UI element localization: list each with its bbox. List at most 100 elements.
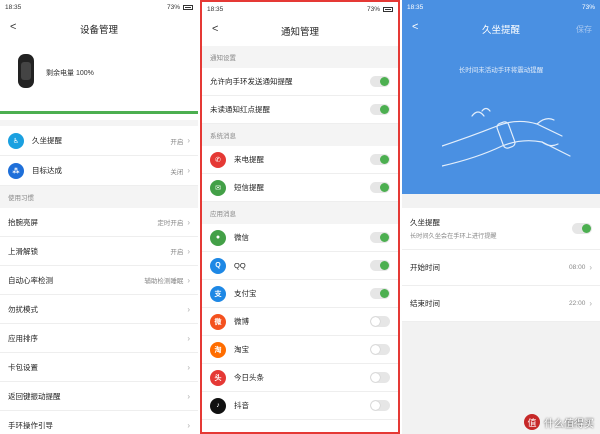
sedentary-toggle[interactable] bbox=[572, 223, 592, 234]
start-time-row[interactable]: 开始时间 08:00 › bbox=[402, 250, 600, 286]
chevron-right-icon: › bbox=[187, 333, 190, 343]
notification-row[interactable]: ✉ 短信提醒 bbox=[202, 174, 398, 202]
battery-icon bbox=[183, 4, 193, 10]
row-label: 支付宝 bbox=[234, 289, 257, 298]
settings-row[interactable]: ♿ 久坐提醒 开启 › bbox=[0, 126, 198, 156]
title-bar: < 通知管理 bbox=[202, 16, 398, 46]
hero-text: 长时间未活动手环将震动提醒 bbox=[458, 67, 544, 74]
status-time: 18:35 bbox=[207, 5, 224, 13]
row-value: 定时开启 bbox=[157, 220, 184, 227]
status-bar: 18:35 73% bbox=[402, 0, 600, 14]
back-icon[interactable]: < bbox=[212, 24, 218, 35]
sedentary-sub: 长时间久坐会在手环上进行提醒 bbox=[410, 233, 497, 240]
notification-row[interactable]: 未读通知红点提醒 bbox=[202, 96, 398, 124]
battery-level-text: 剩余电量 100% bbox=[46, 70, 94, 77]
footsteps-icon: ⁂ bbox=[8, 162, 24, 179]
notification-toggle[interactable] bbox=[370, 182, 390, 193]
watermark-text: 什么值得买 bbox=[544, 418, 594, 430]
sedentary-label: 久坐提醒 bbox=[410, 218, 440, 227]
notification-toggle[interactable] bbox=[370, 400, 390, 411]
sedentary-toggle-row[interactable]: 久坐提醒 长时间久坐会在手环上进行提醒 bbox=[402, 208, 600, 250]
title-bar: < 久坐提醒 保存 bbox=[402, 14, 600, 44]
row-value: 辅助检测睡眠 bbox=[144, 278, 184, 285]
back-icon[interactable]: < bbox=[412, 22, 418, 33]
end-time-row[interactable]: 结束时间 22:00 › bbox=[402, 286, 600, 322]
notification-toggle[interactable] bbox=[370, 260, 390, 271]
settings-row[interactable]: 勿扰模式 › bbox=[0, 295, 198, 324]
taobao-icon: 淘 bbox=[210, 341, 226, 358]
section-header: 系统消息 bbox=[202, 124, 398, 146]
notification-row[interactable]: 头今日头条 bbox=[202, 364, 398, 392]
hero-banner: 长时间未活动手环将震动提醒 bbox=[402, 44, 600, 194]
notification-row[interactable]: 支支付宝 bbox=[202, 280, 398, 308]
sitting-icon: ♿ bbox=[8, 132, 24, 149]
notification-toggle[interactable] bbox=[370, 76, 390, 87]
chevron-right-icon: › bbox=[187, 136, 190, 145]
start-time-label: 开始时间 bbox=[410, 263, 440, 272]
notification-management-screen: 18:35 73% < 通知管理 通知设置 允许向手环发送通知提醒 未读通知红点提… bbox=[200, 0, 400, 434]
row-value: 开启 bbox=[170, 249, 184, 256]
chevron-right-icon: › bbox=[187, 166, 190, 175]
status-time: 18:35 bbox=[5, 3, 22, 11]
douyin-icon: ♪ bbox=[210, 397, 226, 414]
battery-percent: 73% bbox=[166, 3, 180, 11]
row-label: 上滑解锁 bbox=[8, 246, 38, 256]
chevron-right-icon: › bbox=[187, 275, 190, 285]
notification-toggle[interactable] bbox=[370, 344, 390, 355]
notification-toggle[interactable] bbox=[370, 104, 390, 115]
row-label: 抖音 bbox=[234, 401, 249, 410]
notification-row[interactable]: 淘淘宝 bbox=[202, 336, 398, 364]
device-management-screen: 18:35 73% < 设备管理 剩余电量 100% ♿ 久坐提醒 开启 › ⁂ 目标达成… bbox=[0, 0, 198, 434]
settings-row[interactable]: 手环操作引导 › bbox=[0, 411, 198, 434]
row-label: 手环操作引导 bbox=[8, 420, 53, 430]
notification-row[interactable]: 微微博 bbox=[202, 308, 398, 336]
qq-icon: Q bbox=[210, 257, 226, 274]
title-bar: < 设备管理 bbox=[0, 14, 198, 44]
notification-toggle[interactable] bbox=[370, 154, 390, 165]
settings-row[interactable]: 自动心率检测 辅助检测睡眠 › bbox=[0, 266, 198, 295]
notification-row[interactable]: Q QQ bbox=[202, 252, 398, 280]
row-label: 来电提醒 bbox=[234, 155, 264, 164]
row-label: 未读通知红点提醒 bbox=[210, 105, 270, 114]
notification-row[interactable]: ● 微信 bbox=[202, 224, 398, 252]
battery-percent: 73% bbox=[366, 5, 380, 13]
row-label: 允许向手环发送通知提醒 bbox=[210, 77, 293, 86]
row-label: 今日头条 bbox=[234, 373, 264, 382]
notification-toggle[interactable] bbox=[370, 372, 390, 383]
notification-row[interactable]: ♪ 抖音 bbox=[202, 392, 398, 420]
chevron-right-icon: › bbox=[187, 304, 190, 314]
chevron-right-icon: › bbox=[187, 246, 190, 256]
chevron-right-icon: › bbox=[589, 299, 592, 308]
row-label: 抬腕亮屏 bbox=[8, 217, 38, 227]
battery-icon bbox=[383, 6, 393, 12]
settings-row[interactable]: 卡包设置 › bbox=[0, 353, 198, 382]
section-header: 通知设置 bbox=[202, 46, 398, 68]
settings-row[interactable]: 上滑解锁 开启 › bbox=[0, 237, 198, 266]
phone-icon: ✆ bbox=[210, 151, 226, 168]
section-header: 应用消息 bbox=[202, 202, 398, 224]
device-card: 剩余电量 100% bbox=[0, 44, 198, 120]
back-icon[interactable]: < bbox=[10, 22, 16, 33]
notification-toggle[interactable] bbox=[370, 316, 390, 327]
save-button[interactable]: 保存 bbox=[576, 24, 592, 35]
end-time-value: 22:00 bbox=[569, 300, 586, 307]
row-label: 淘宝 bbox=[234, 345, 249, 354]
chevron-right-icon: › bbox=[187, 420, 190, 430]
notification-toggle[interactable] bbox=[370, 232, 390, 243]
row-label: 自动心率检测 bbox=[8, 275, 53, 285]
chevron-right-icon: › bbox=[589, 263, 592, 272]
page-title: 设备管理 bbox=[79, 25, 118, 36]
row-label: 卡包设置 bbox=[8, 362, 38, 372]
status-bar: 18:35 73% bbox=[0, 0, 198, 14]
settings-row[interactable]: ⁂ 目标达成 关闭 › bbox=[0, 156, 198, 186]
notification-row[interactable]: 允许向手环发送通知提醒 bbox=[202, 68, 398, 96]
settings-row[interactable]: 抬腕亮屏 定时开启 › bbox=[0, 208, 198, 237]
settings-row[interactable]: 返回键振动提醒 › bbox=[0, 382, 198, 411]
row-label: 目标达成 bbox=[32, 166, 62, 175]
wechat-icon: ● bbox=[210, 229, 226, 246]
battery-progress-bar bbox=[0, 111, 198, 114]
settings-row[interactable]: 应用排序 › bbox=[0, 324, 198, 353]
notification-toggle[interactable] bbox=[370, 288, 390, 299]
notification-row[interactable]: ✆ 来电提醒 bbox=[202, 146, 398, 174]
section-header: 使用习惯 bbox=[0, 186, 198, 208]
